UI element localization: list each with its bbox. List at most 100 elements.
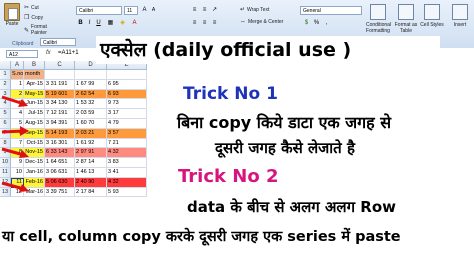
table-cell[interactable]: 4 32 [107, 177, 147, 188]
table-cell[interactable]: 3 06 631 [45, 168, 75, 178]
row-header[interactable]: 8 [0, 138, 11, 149]
wrap-text-button[interactable]: ↵ Wrap Text [240, 6, 269, 14]
align-left-icon[interactable]: ≡ [190, 19, 199, 28]
row-header[interactable]: 11 [0, 168, 11, 178]
table-cell[interactable]: 5 93 [107, 187, 147, 198]
table-cell[interactable]: 12 [11, 187, 24, 198]
font-color-icon[interactable]: A [130, 19, 139, 28]
paste-button[interactable]: Paste [2, 2, 22, 36]
row-header[interactable]: 4 [0, 99, 11, 110]
table-cell[interactable]: 3 16 301 [45, 138, 75, 149]
table-cell[interactable]: 2 [11, 89, 24, 100]
table-cell[interactable]: 3 17 [107, 109, 147, 119]
table-cell[interactable]: 3 31 191 [45, 79, 75, 90]
font-grow-button[interactable]: A [140, 6, 149, 15]
table-cell[interactable]: 5 19 601 [45, 89, 75, 100]
cut-button[interactable]: ✂ Cut [24, 4, 39, 12]
table-cell[interactable]: 3 39 751 [45, 187, 75, 198]
bold-button[interactable]: B [76, 19, 85, 28]
table-cell[interactable]: Aug-15 [24, 119, 45, 129]
italic-button[interactable]: I [85, 19, 94, 28]
align-right-icon[interactable]: ≡ [210, 19, 219, 28]
column-header[interactable]: B [24, 61, 45, 70]
borders-icon[interactable]: ▦ [106, 19, 115, 28]
row-header[interactable]: 10 [0, 158, 11, 168]
table-cell[interactable]: 2 03 59 [75, 109, 107, 119]
fx-icon[interactable]: fx [46, 50, 51, 56]
table-cell[interactable]: 4 79 [107, 119, 147, 129]
table-cell[interactable] [45, 70, 75, 80]
table-cell[interactable]: Feb-16 [24, 177, 45, 188]
table-cell[interactable]: 11 [11, 177, 24, 188]
align-middle-icon[interactable]: ≡ [200, 6, 209, 15]
row-header[interactable]: 13 [0, 187, 11, 198]
align-top-icon[interactable]: ≡ [190, 6, 199, 15]
table-cell[interactable] [107, 70, 147, 80]
align-center-icon[interactable]: ≡ [200, 19, 209, 28]
font-shrink-button[interactable]: A [149, 6, 158, 15]
percent-icon[interactable]: % [312, 19, 321, 28]
row-header[interactable]: 6 [0, 119, 11, 129]
table-cell[interactable]: 3 34 130 [45, 99, 75, 110]
merge-center-button[interactable]: ⇔ Merge & Center [240, 19, 283, 25]
table-cell[interactable]: 5 06 630 [45, 177, 75, 188]
table-cell[interactable]: 7 [11, 138, 24, 149]
conditional-formatting-button[interactable]: Conditional Formatting [366, 2, 391, 40]
table-cell[interactable]: May-15 [24, 89, 45, 100]
column-header[interactable]: A [11, 61, 24, 70]
table-cell[interactable]: 3 94 391 [45, 119, 75, 129]
number-format-combo[interactable]: General [300, 6, 362, 15]
format-painter-button[interactable]: ✎ Format Painter [24, 24, 60, 36]
fill-color-icon[interactable]: ◈ [118, 19, 127, 28]
table-cell[interactable]: 10 [11, 168, 24, 178]
table-cell[interactable]: 7 21 [107, 138, 147, 149]
table-cell[interactable]: Jul-15 [24, 109, 45, 119]
table-cell[interactable]: 2 03 21 [75, 128, 107, 139]
table-cell[interactable]: 5 [11, 119, 24, 129]
table-cell[interactable]: 2 97 91 [75, 148, 107, 159]
table-cell[interactable]: Apr-15 [24, 79, 45, 90]
table-cell[interactable]: 9 [11, 158, 24, 168]
table-cell[interactable]: 6 93 [107, 89, 147, 100]
table-cell[interactable]: 1 60 70 [75, 119, 107, 129]
table-cell[interactable]: Dec-15 [24, 158, 45, 168]
table-cell[interactable]: 1 64 651 [45, 158, 75, 168]
table-cell[interactable]: S.no [11, 70, 24, 80]
table-cell[interactable]: 4 32 [107, 148, 147, 159]
column-header[interactable]: C [45, 61, 75, 70]
font-name-combo[interactable]: Calibri [76, 6, 122, 15]
row-header[interactable]: 7 [0, 128, 11, 139]
table-cell[interactable]: 2 17 84 [75, 187, 107, 198]
table-cell[interactable]: 6 33 143 [45, 148, 75, 159]
table-cell[interactable]: Oct-15 [24, 138, 45, 149]
table-cell[interactable]: 3 41 [107, 168, 147, 178]
table-cell[interactable]: 2 87 14 [75, 158, 107, 168]
comma-icon[interactable]: , [322, 19, 331, 28]
table-cell[interactable]: 6 95 [107, 79, 147, 90]
table-cell[interactable]: 1 53 32 [75, 99, 107, 110]
select-all-corner[interactable] [0, 61, 11, 70]
table-cell[interactable]: 6 [11, 128, 24, 139]
table-cell[interactable]: 3 [11, 99, 24, 110]
row-header[interactable]: 3 [0, 89, 11, 100]
currency-icon[interactable]: $ [302, 19, 311, 28]
table-cell[interactable]: 3 57 [107, 128, 147, 139]
table-cell[interactable]: 1 67 99 [75, 79, 107, 90]
table-cell[interactable]: Jan-16 [24, 168, 45, 178]
table-cell[interactable]: 1 61 92 [75, 138, 107, 149]
table-cell[interactable]: 1 46 13 [75, 168, 107, 178]
table-cell[interactable] [75, 70, 107, 80]
orientation-icon[interactable]: ↗ [210, 6, 219, 15]
mini-toolbar-font[interactable]: Calibri [40, 38, 76, 46]
name-box[interactable]: A12 [6, 50, 38, 58]
table-cell[interactable]: 2 40 90 [75, 177, 107, 188]
row-header[interactable]: 12 [0, 177, 11, 188]
row-header[interactable]: 9 [0, 148, 11, 159]
table-cell[interactable]: Jun-15 [24, 99, 45, 110]
cell-styles-button[interactable]: Cell Styles [420, 2, 444, 40]
table-cell[interactable]: 2 62 54 [75, 89, 107, 100]
formula-input[interactable]: =A11+1 [58, 50, 79, 56]
table-cell[interactable]: Nov-15 [24, 148, 45, 159]
table-cell[interactable]: 4 [11, 109, 24, 119]
table-cell[interactable]: 9 73 [107, 99, 147, 110]
